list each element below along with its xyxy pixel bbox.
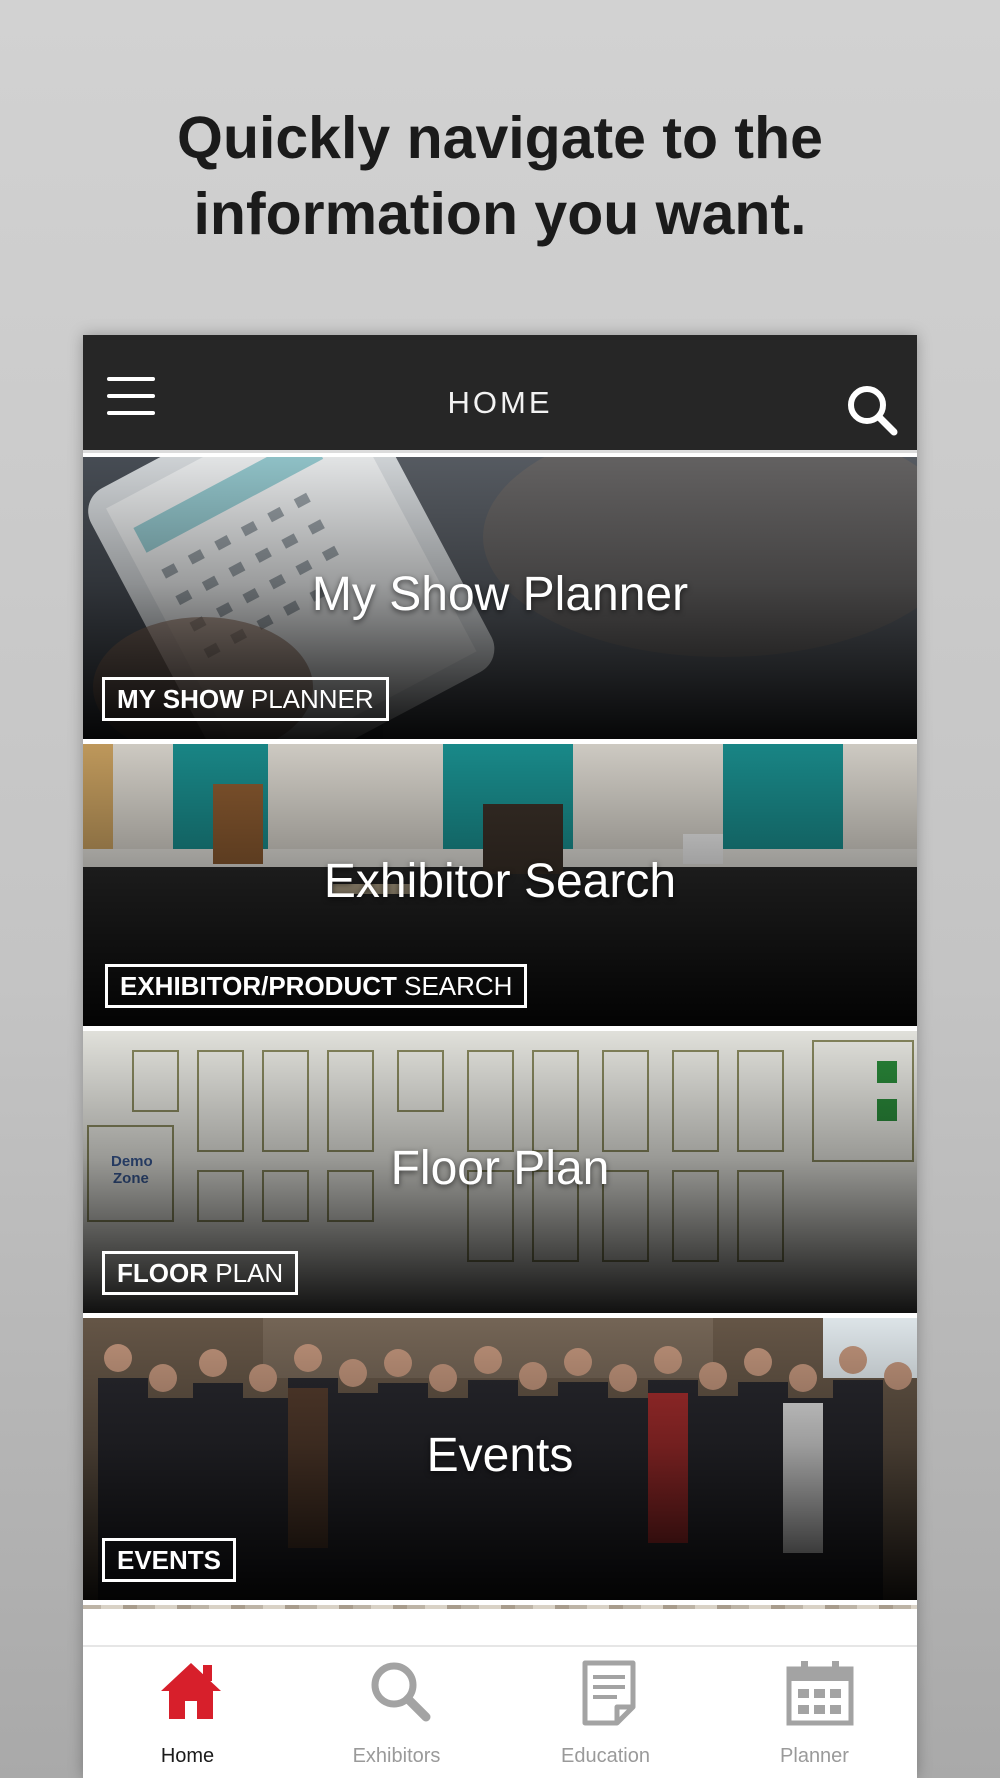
tile-exhibitor-search[interactable]: Exhibitor Search EXHIBITOR/PRODUCT SEARC… xyxy=(83,744,917,1026)
tile-title: Events xyxy=(426,1429,574,1482)
tile-title: Exhibitor Search xyxy=(323,855,677,908)
tile-events[interactable]: Events EVENTS xyxy=(83,1318,917,1600)
app-screen: HOME My Show Planner MY SHOW PLANNER Exh… xyxy=(83,335,917,1778)
tile-badge: FLOOR PLAN xyxy=(102,1251,299,1295)
tile-badge: MY SHOW PLANNER xyxy=(102,677,389,721)
page-title: HOME xyxy=(447,385,553,420)
tab-education[interactable]: Education xyxy=(501,1647,710,1778)
tab-label: Home xyxy=(160,1745,215,1767)
tile-badge: EVENTS xyxy=(102,1538,237,1582)
bottom-tab-bar: Home Exhibitors Education Planner xyxy=(83,1645,917,1778)
headline: Quickly navigate to the information you … xyxy=(0,100,1000,252)
headline-line-1: Quickly navigate to the xyxy=(177,105,823,171)
calendar-icon xyxy=(786,1661,854,1726)
headline-line-2: information you want. xyxy=(193,181,807,247)
tab-home[interactable]: Home xyxy=(83,1647,292,1778)
next-tile-peek xyxy=(83,1605,917,1609)
search-icon[interactable] xyxy=(845,383,899,437)
tab-label: Exhibitors xyxy=(352,1745,441,1767)
tab-planner[interactable]: Planner xyxy=(710,1647,917,1778)
tab-exhibitors[interactable]: Exhibitors xyxy=(292,1647,501,1778)
tile-my-show-planner[interactable]: My Show Planner MY SHOW PLANNER xyxy=(83,457,917,739)
tile-title: My Show Planner xyxy=(311,568,689,621)
tile-floor-plan[interactable]: Demo Zone Floor Plan FLOOR PLAN xyxy=(83,1031,917,1313)
tile-title: Floor Plan xyxy=(390,1142,610,1195)
search-icon xyxy=(371,1662,431,1722)
tab-label: Education xyxy=(561,1745,650,1767)
document-icon xyxy=(582,1660,636,1726)
tab-label: Planner xyxy=(780,1745,849,1767)
home-icon xyxy=(161,1663,221,1719)
tile-badge: EXHIBITOR/PRODUCT SEARCH xyxy=(105,964,528,1008)
top-app-bar: HOME xyxy=(83,335,917,453)
